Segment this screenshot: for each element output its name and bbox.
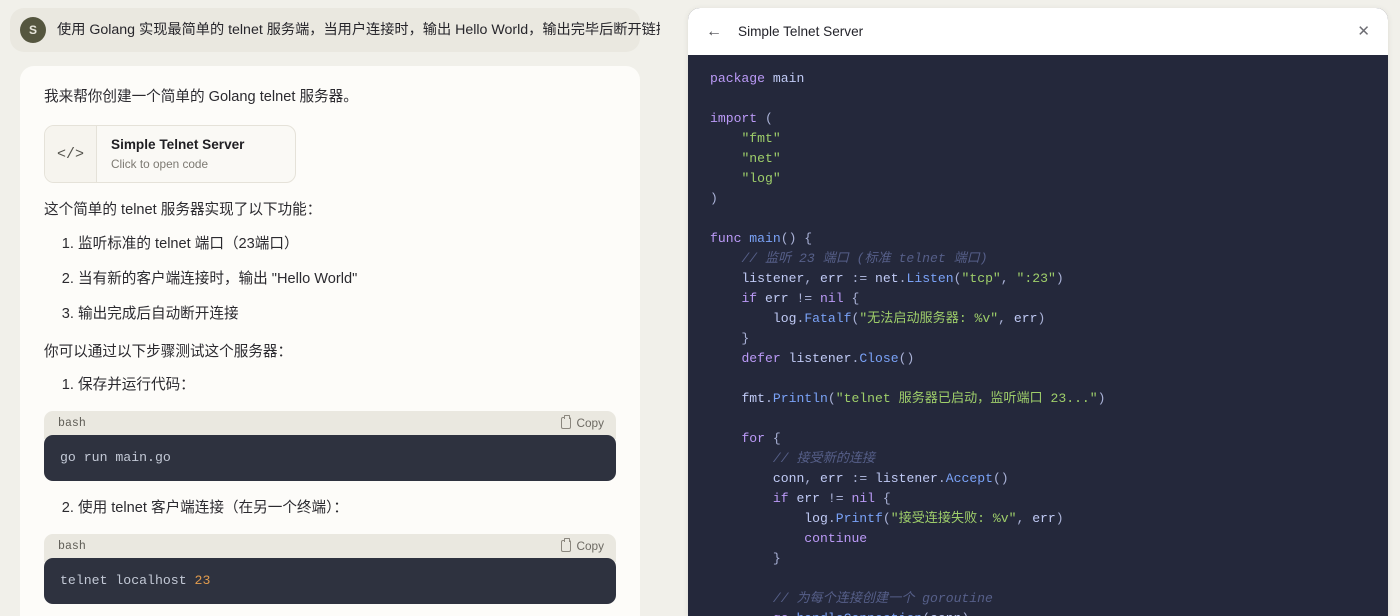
close-icon[interactable]: ✕: [1357, 24, 1370, 39]
code-panel-title: Simple Telnet Server: [738, 24, 864, 39]
list-item: 监听标准的 telnet 端口（23端口）: [78, 233, 616, 256]
code-block-language: bash: [58, 539, 86, 553]
assistant-intro: 我来帮你创建一个简单的 Golang telnet 服务器。: [44, 89, 358, 105]
back-arrow-icon[interactable]: ←: [706, 23, 724, 40]
code-panel: ← Simple Telnet Server ✕ package main im…: [688, 8, 1388, 616]
code-block-language: bash: [58, 416, 86, 430]
copy-label: Copy: [576, 416, 604, 431]
clipboard-icon: [561, 415, 572, 430]
features-heading: 这个简单的 telnet 服务器实现了以下功能：: [44, 202, 322, 219]
code-command: telnet localhost: [60, 573, 195, 589]
chat-column: S 使用 Golang 实现最简单的 telnet 服务端，当用户连接时，输出 …: [0, 0, 660, 616]
code-block-body: telnet localhost 23: [44, 558, 616, 605]
user-message-text: 使用 Golang 实现最简单的 telnet 服务端，当用户连接时，输出 He…: [57, 21, 660, 38]
code-command: go run main.go: [60, 450, 171, 466]
code-block-run: bash Copy go run main.go: [44, 411, 616, 482]
code-brackets-icon: </>: [45, 126, 97, 183]
avatar: S: [20, 17, 46, 43]
list-item: 使用 telnet 客户端连接（在另一个终端）：: [78, 497, 616, 520]
list-item: 保存并运行代码：: [78, 374, 616, 397]
copy-label: Copy: [576, 539, 604, 554]
copy-button[interactable]: Copy: [561, 538, 604, 554]
code-block-telnet: bash Copy telnet localhost 23: [44, 534, 616, 605]
code-command-arg: 23: [194, 573, 211, 589]
test-heading: 你可以通过以下步骤测试这个服务器：: [44, 343, 293, 360]
list-item: 输出完成后自动断开连接: [78, 303, 616, 326]
user-message: S 使用 Golang 实现最简单的 telnet 服务端，当用户连接时，输出 …: [10, 8, 660, 52]
test-steps-list: 保存并运行代码：: [44, 374, 616, 397]
test-steps-list-2: 使用 telnet 客户端连接（在另一个终端）：: [44, 497, 616, 520]
list-item: 当有新的客户端连接时，输出 "Hello World": [78, 268, 616, 291]
code-panel-header: ← Simple Telnet Server ✕: [688, 8, 1388, 55]
artifact-card-body: Simple Telnet Server Click to open code: [97, 126, 262, 182]
app-root: S 使用 Golang 实现最简单的 telnet 服务端，当用户连接时，输出 …: [0, 0, 1400, 616]
code-panel-source[interactable]: package main import ( "fmt" "net" "log" …: [688, 55, 1388, 616]
features-list: 监听标准的 telnet 端口（23端口） 当有新的客户端连接时，输出 "Hel…: [44, 233, 616, 327]
artifact-card-simple-telnet-server[interactable]: </> Simple Telnet Server Click to open c…: [44, 125, 296, 184]
copy-button[interactable]: Copy: [561, 415, 604, 431]
artifact-subtitle: Click to open code: [111, 156, 209, 171]
code-block-body: go run main.go: [44, 435, 616, 482]
assistant-message-card: 我来帮你创建一个简单的 Golang telnet 服务器。 </> Simpl…: [20, 66, 640, 616]
artifact-title: Simple Telnet Server: [111, 137, 245, 153]
clipboard-icon: [561, 538, 572, 553]
